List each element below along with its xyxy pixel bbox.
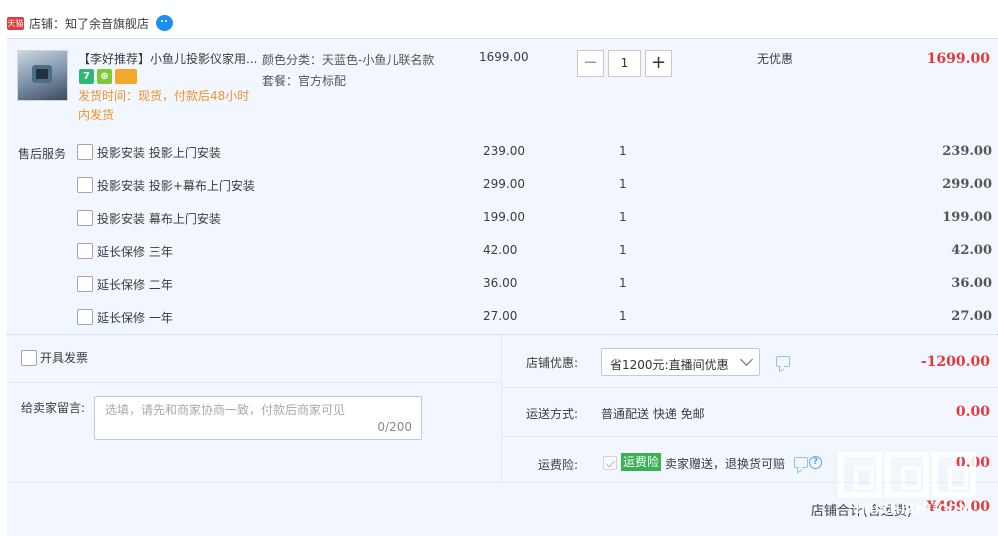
service-total: 36.00 [951, 276, 992, 291]
service-row: 投影安装 投影上门安装 239.00 1 239.00 [77, 141, 998, 161]
sku-color: 颜色分类：天蓝色-小鱼儿联名款 [262, 53, 435, 67]
coupon-amount: -1200.00 [920, 354, 990, 370]
service-qty: 1 [619, 210, 627, 224]
quantity-decrease-button[interactable]: − [577, 50, 604, 77]
service-total: 299.00 [942, 177, 992, 192]
invoice-option[interactable]: 开具发票 [21, 349, 88, 366]
discount-text: 无优惠 [757, 52, 794, 66]
help-icon[interactable]: ? [809, 456, 822, 469]
service-total: 27.00 [951, 309, 992, 324]
product-thumbnail[interactable] [17, 50, 68, 101]
service-checkbox[interactable] [77, 210, 93, 226]
message-icon[interactable] [794, 457, 808, 468]
service-price: 36.00 [483, 276, 518, 290]
service-checkbox[interactable] [77, 276, 93, 292]
sku-package: 套餐：官方标配 [262, 74, 347, 88]
divider [501, 335, 502, 483]
service-qty: 1 [619, 144, 627, 158]
divider [7, 382, 501, 383]
shipping-amount: 0.00 [955, 404, 990, 420]
service-name: 投影安装 幕布上门安装 [97, 212, 221, 226]
divider [502, 387, 998, 388]
line-total: 1699.00 [926, 51, 990, 67]
shipping-method: 普通配送 快递 免邮 [601, 407, 705, 421]
seller-message-input[interactable] [105, 403, 405, 417]
service-price: 199.00 [483, 210, 525, 224]
service-price: 27.00 [483, 309, 518, 323]
sku-info: 颜色分类：天蓝色-小鱼儿联名款 套餐：官方标配 [262, 50, 434, 92]
service-total: 239.00 [942, 144, 992, 159]
service-row: 投影安装 幕布上门安装 199.00 1 199.00 [77, 207, 998, 227]
service-name: 延长保修 二年 [97, 278, 173, 292]
service-total: 42.00 [951, 243, 992, 258]
order-options-panel: 开具发票 给卖家留言: 0/200 店铺优惠: 省1200元:直播间优惠 -12… [7, 334, 998, 483]
service-price: 299.00 [483, 177, 525, 191]
invoice-label: 开具发票 [40, 351, 89, 365]
quantity-input[interactable]: 1 [608, 50, 641, 77]
chevron-down-icon [740, 353, 753, 366]
shop-total-label: 店铺合计(含运费) [810, 504, 912, 519]
service-name: 延长保修 一年 [97, 311, 173, 325]
service-name: 投影安装 投影+幕布上门安装 [97, 179, 255, 193]
service-qty: 1 [619, 243, 627, 257]
product-tags: 7 ⊕ [79, 69, 137, 84]
seller-message-label: 给卖家留言: [21, 401, 86, 415]
tmall-badge: 天猫 [7, 16, 24, 30]
after-sales-label: 售后服务 [18, 147, 67, 161]
service-price: 42.00 [483, 243, 518, 257]
credit-card-icon [115, 69, 137, 84]
insurance-badge: 运费险 [621, 453, 662, 471]
seller-message-box[interactable]: 0/200 [94, 396, 422, 440]
shop-header: 天猫 店铺：知了余音旗舰店 [7, 12, 174, 34]
service-qty: 1 [619, 309, 627, 323]
invoice-checkbox[interactable] [21, 349, 37, 366]
service-qty: 1 [619, 177, 627, 191]
message-icon[interactable] [776, 356, 790, 367]
service-total: 199.00 [942, 210, 992, 225]
insurance-checkbox [603, 456, 617, 470]
quantity-stepper: − 1 + [577, 50, 672, 77]
product-title[interactable]: 【李好推荐】小鱼儿投影仪家用... [78, 50, 258, 67]
service-checkbox[interactable] [77, 309, 93, 325]
coupon-selected: 省1200元:直播间优惠 [610, 358, 729, 372]
service-name: 延长保修 三年 [97, 245, 173, 259]
service-price: 239.00 [483, 144, 525, 158]
service-row: 投影安装 投影+幕布上门安装 299.00 1 299.00 [77, 174, 998, 194]
shipping-label: 运送方式: [526, 407, 579, 421]
coupon-label: 店铺优惠: [526, 356, 579, 370]
insurance-amount: 0.00 [955, 455, 990, 471]
service-checkbox[interactable] [77, 177, 93, 193]
message-char-count: 0/200 [377, 420, 412, 434]
shop-total-amount: ¥499.00 [926, 499, 990, 515]
service-row: 延长保修 三年 42.00 1 42.00 [77, 240, 998, 260]
divider [502, 436, 998, 437]
guarantee-icon: ⊕ [97, 69, 112, 84]
chat-icon[interactable] [156, 15, 174, 31]
quantity-increase-button[interactable]: + [645, 50, 672, 77]
service-name: 投影安装 投影上门安装 [97, 146, 221, 160]
service-qty: 1 [619, 276, 627, 290]
service-row: 延长保修 二年 36.00 1 36.00 [77, 273, 998, 293]
coupon-select[interactable]: 省1200元:直播间优惠 [601, 348, 760, 376]
unit-price: 1699.00 [479, 50, 529, 64]
ship-time: 发货时间：现货，付款后48小时内发货 [78, 89, 250, 122]
insurance-text: 卖家赠送，退换货可赔 [665, 457, 786, 471]
service-checkbox[interactable] [77, 243, 93, 259]
shop-total-bar: 店铺合计(含运费) ¥499.00 [7, 482, 998, 536]
seven-day-return-icon: 7 [79, 69, 94, 84]
insurance-label: 运费险: [538, 458, 579, 472]
order-item-panel: 【李好推荐】小鱼儿投影仪家用... 7 ⊕ 发货时间：现货，付款后48小时内发货… [7, 38, 998, 334]
shop-name[interactable]: 店铺：知了余音旗舰店 [29, 15, 149, 32]
service-row: 延长保修 一年 27.00 1 27.00 [77, 306, 998, 326]
service-checkbox[interactable] [77, 144, 93, 160]
